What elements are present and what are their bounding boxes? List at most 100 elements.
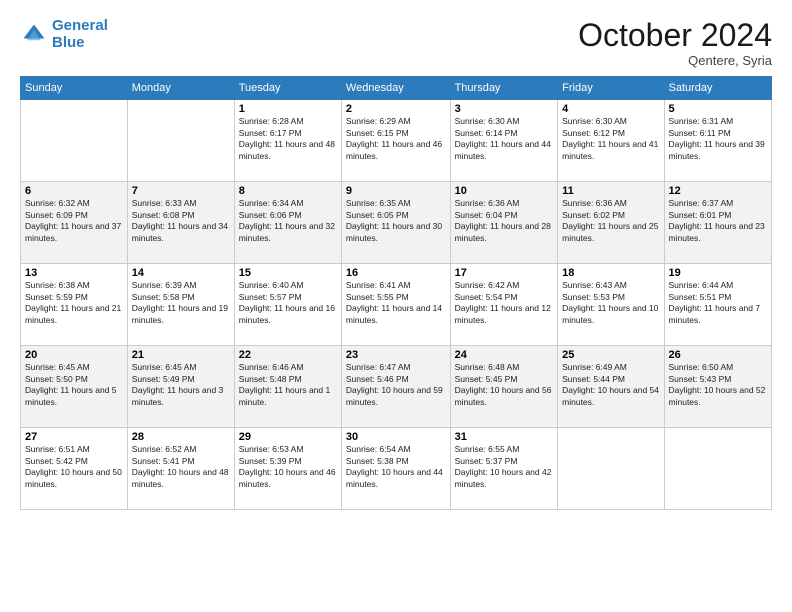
calendar-cell bbox=[558, 428, 664, 510]
title-block: October 2024 Qentere, Syria bbox=[578, 18, 772, 68]
calendar-cell: 3Sunrise: 6:30 AMSunset: 6:14 PMDaylight… bbox=[450, 100, 558, 182]
calendar-cell: 6Sunrise: 6:32 AMSunset: 6:09 PMDaylight… bbox=[21, 182, 128, 264]
day-number: 4 bbox=[562, 103, 659, 115]
page: General Blue October 2024 Qentere, Syria… bbox=[0, 0, 792, 612]
day-number: 11 bbox=[562, 185, 659, 197]
calendar-cell: 7Sunrise: 6:33 AMSunset: 6:08 PMDaylight… bbox=[127, 182, 234, 264]
day-info: Sunrise: 6:34 AMSunset: 6:06 PMDaylight:… bbox=[239, 198, 337, 244]
day-info: Sunrise: 6:39 AMSunset: 5:58 PMDaylight:… bbox=[132, 280, 230, 326]
logo-icon bbox=[20, 21, 48, 49]
calendar-day-header: Friday bbox=[558, 77, 664, 100]
day-info: Sunrise: 6:35 AMSunset: 6:05 PMDaylight:… bbox=[346, 198, 446, 244]
day-info: Sunrise: 6:37 AMSunset: 6:01 PMDaylight:… bbox=[669, 198, 767, 244]
calendar-week-row: 20Sunrise: 6:45 AMSunset: 5:50 PMDayligh… bbox=[21, 346, 772, 428]
day-info: Sunrise: 6:32 AMSunset: 6:09 PMDaylight:… bbox=[25, 198, 123, 244]
calendar-day-header: Wednesday bbox=[341, 77, 450, 100]
calendar-week-row: 1Sunrise: 6:28 AMSunset: 6:17 PMDaylight… bbox=[21, 100, 772, 182]
calendar-cell: 28Sunrise: 6:52 AMSunset: 5:41 PMDayligh… bbox=[127, 428, 234, 510]
day-info: Sunrise: 6:33 AMSunset: 6:08 PMDaylight:… bbox=[132, 198, 230, 244]
day-info: Sunrise: 6:28 AMSunset: 6:17 PMDaylight:… bbox=[239, 116, 337, 162]
month-title: October 2024 bbox=[578, 18, 772, 53]
calendar-cell: 29Sunrise: 6:53 AMSunset: 5:39 PMDayligh… bbox=[234, 428, 341, 510]
calendar-cell: 1Sunrise: 6:28 AMSunset: 6:17 PMDaylight… bbox=[234, 100, 341, 182]
calendar-cell: 2Sunrise: 6:29 AMSunset: 6:15 PMDaylight… bbox=[341, 100, 450, 182]
calendar-week-row: 27Sunrise: 6:51 AMSunset: 5:42 PMDayligh… bbox=[21, 428, 772, 510]
day-info: Sunrise: 6:47 AMSunset: 5:46 PMDaylight:… bbox=[346, 362, 446, 408]
day-number: 17 bbox=[455, 267, 554, 279]
calendar-cell bbox=[21, 100, 128, 182]
calendar-cell: 17Sunrise: 6:42 AMSunset: 5:54 PMDayligh… bbox=[450, 264, 558, 346]
day-number: 3 bbox=[455, 103, 554, 115]
calendar-day-header: Saturday bbox=[664, 77, 771, 100]
calendar-cell: 14Sunrise: 6:39 AMSunset: 5:58 PMDayligh… bbox=[127, 264, 234, 346]
calendar-cell: 12Sunrise: 6:37 AMSunset: 6:01 PMDayligh… bbox=[664, 182, 771, 264]
day-number: 15 bbox=[239, 267, 337, 279]
day-info: Sunrise: 6:36 AMSunset: 6:04 PMDaylight:… bbox=[455, 198, 554, 244]
calendar-cell: 8Sunrise: 6:34 AMSunset: 6:06 PMDaylight… bbox=[234, 182, 341, 264]
day-info: Sunrise: 6:48 AMSunset: 5:45 PMDaylight:… bbox=[455, 362, 554, 408]
calendar-cell: 27Sunrise: 6:51 AMSunset: 5:42 PMDayligh… bbox=[21, 428, 128, 510]
day-number: 27 bbox=[25, 431, 123, 443]
calendar-cell: 25Sunrise: 6:49 AMSunset: 5:44 PMDayligh… bbox=[558, 346, 664, 428]
calendar-day-header: Tuesday bbox=[234, 77, 341, 100]
day-info: Sunrise: 6:43 AMSunset: 5:53 PMDaylight:… bbox=[562, 280, 659, 326]
logo: General Blue bbox=[20, 18, 108, 51]
day-number: 16 bbox=[346, 267, 446, 279]
calendar-cell: 11Sunrise: 6:36 AMSunset: 6:02 PMDayligh… bbox=[558, 182, 664, 264]
day-number: 1 bbox=[239, 103, 337, 115]
location: Qentere, Syria bbox=[578, 53, 772, 68]
day-number: 9 bbox=[346, 185, 446, 197]
day-number: 20 bbox=[25, 349, 123, 361]
logo-text: General Blue bbox=[52, 18, 108, 51]
day-number: 23 bbox=[346, 349, 446, 361]
day-number: 14 bbox=[132, 267, 230, 279]
day-number: 31 bbox=[455, 431, 554, 443]
calendar-day-header: Sunday bbox=[21, 77, 128, 100]
calendar-cell: 21Sunrise: 6:45 AMSunset: 5:49 PMDayligh… bbox=[127, 346, 234, 428]
day-number: 5 bbox=[669, 103, 767, 115]
day-info: Sunrise: 6:30 AMSunset: 6:14 PMDaylight:… bbox=[455, 116, 554, 162]
calendar-cell: 20Sunrise: 6:45 AMSunset: 5:50 PMDayligh… bbox=[21, 346, 128, 428]
calendar-cell: 15Sunrise: 6:40 AMSunset: 5:57 PMDayligh… bbox=[234, 264, 341, 346]
day-number: 10 bbox=[455, 185, 554, 197]
day-info: Sunrise: 6:46 AMSunset: 5:48 PMDaylight:… bbox=[239, 362, 337, 408]
day-info: Sunrise: 6:30 AMSunset: 6:12 PMDaylight:… bbox=[562, 116, 659, 162]
day-info: Sunrise: 6:45 AMSunset: 5:49 PMDaylight:… bbox=[132, 362, 230, 408]
day-info: Sunrise: 6:52 AMSunset: 5:41 PMDaylight:… bbox=[132, 444, 230, 490]
day-number: 30 bbox=[346, 431, 446, 443]
day-info: Sunrise: 6:38 AMSunset: 5:59 PMDaylight:… bbox=[25, 280, 123, 326]
calendar-cell: 16Sunrise: 6:41 AMSunset: 5:55 PMDayligh… bbox=[341, 264, 450, 346]
calendar-cell: 13Sunrise: 6:38 AMSunset: 5:59 PMDayligh… bbox=[21, 264, 128, 346]
day-info: Sunrise: 6:31 AMSunset: 6:11 PMDaylight:… bbox=[669, 116, 767, 162]
day-number: 24 bbox=[455, 349, 554, 361]
day-number: 25 bbox=[562, 349, 659, 361]
calendar-cell: 10Sunrise: 6:36 AMSunset: 6:04 PMDayligh… bbox=[450, 182, 558, 264]
calendar-cell: 26Sunrise: 6:50 AMSunset: 5:43 PMDayligh… bbox=[664, 346, 771, 428]
calendar-header-row: SundayMondayTuesdayWednesdayThursdayFrid… bbox=[21, 77, 772, 100]
day-number: 22 bbox=[239, 349, 337, 361]
calendar-week-row: 13Sunrise: 6:38 AMSunset: 5:59 PMDayligh… bbox=[21, 264, 772, 346]
header: General Blue October 2024 Qentere, Syria bbox=[20, 18, 772, 68]
day-number: 2 bbox=[346, 103, 446, 115]
calendar-cell: 24Sunrise: 6:48 AMSunset: 5:45 PMDayligh… bbox=[450, 346, 558, 428]
day-info: Sunrise: 6:53 AMSunset: 5:39 PMDaylight:… bbox=[239, 444, 337, 490]
day-info: Sunrise: 6:42 AMSunset: 5:54 PMDaylight:… bbox=[455, 280, 554, 326]
day-info: Sunrise: 6:36 AMSunset: 6:02 PMDaylight:… bbox=[562, 198, 659, 244]
calendar-cell bbox=[664, 428, 771, 510]
day-info: Sunrise: 6:55 AMSunset: 5:37 PMDaylight:… bbox=[455, 444, 554, 490]
calendar-cell: 31Sunrise: 6:55 AMSunset: 5:37 PMDayligh… bbox=[450, 428, 558, 510]
day-number: 19 bbox=[669, 267, 767, 279]
day-number: 29 bbox=[239, 431, 337, 443]
calendar-cell: 9Sunrise: 6:35 AMSunset: 6:05 PMDaylight… bbox=[341, 182, 450, 264]
day-info: Sunrise: 6:49 AMSunset: 5:44 PMDaylight:… bbox=[562, 362, 659, 408]
day-number: 12 bbox=[669, 185, 767, 197]
calendar-week-row: 6Sunrise: 6:32 AMSunset: 6:09 PMDaylight… bbox=[21, 182, 772, 264]
calendar-day-header: Thursday bbox=[450, 77, 558, 100]
calendar-cell: 18Sunrise: 6:43 AMSunset: 5:53 PMDayligh… bbox=[558, 264, 664, 346]
day-number: 13 bbox=[25, 267, 123, 279]
day-info: Sunrise: 6:40 AMSunset: 5:57 PMDaylight:… bbox=[239, 280, 337, 326]
calendar-cell: 4Sunrise: 6:30 AMSunset: 6:12 PMDaylight… bbox=[558, 100, 664, 182]
day-number: 7 bbox=[132, 185, 230, 197]
calendar-day-header: Monday bbox=[127, 77, 234, 100]
day-number: 8 bbox=[239, 185, 337, 197]
